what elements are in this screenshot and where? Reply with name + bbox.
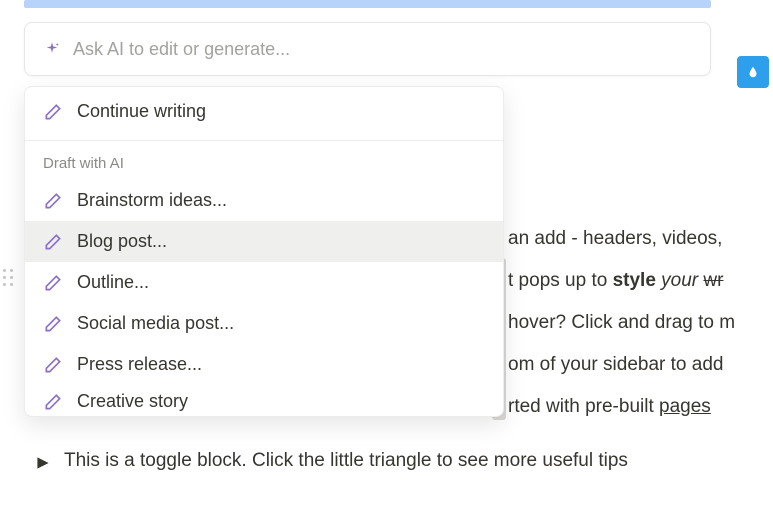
pen-icon bbox=[43, 314, 63, 334]
ai-input-container[interactable] bbox=[24, 22, 711, 76]
pen-icon bbox=[43, 392, 63, 412]
selection-highlight bbox=[24, 0, 711, 8]
pen-icon bbox=[43, 102, 63, 122]
ai-dropdown-menu: Continue writing Draft with AI Brainstor… bbox=[24, 86, 504, 417]
bg-line: t pops up to bbox=[508, 270, 613, 291]
bg-line: om of your sidebar to add bbox=[508, 354, 723, 375]
pen-icon bbox=[43, 232, 63, 252]
bg-line-strike: wr bbox=[703, 270, 723, 291]
menu-item-label: Blog post... bbox=[77, 231, 167, 252]
menu-section-header: Draft with AI bbox=[25, 141, 503, 180]
sparkle-icon bbox=[43, 40, 61, 58]
menu-item-label: Brainstorm ideas... bbox=[77, 190, 227, 211]
bg-line-bold: style bbox=[613, 270, 656, 291]
menu-item-social-media[interactable]: Social media post... bbox=[25, 303, 503, 344]
toggle-triangle-icon[interactable] bbox=[36, 454, 50, 468]
bg-link-pages[interactable]: pages bbox=[659, 396, 711, 417]
drag-handle-icon[interactable] bbox=[0, 266, 16, 288]
toggle-block[interactable]: This is a toggle block. Click the little… bbox=[36, 450, 773, 472]
background-document-text: an add - headers, videos, t pops up to s… bbox=[508, 218, 773, 428]
water-drop-button[interactable] bbox=[737, 56, 769, 88]
menu-item-label: Social media post... bbox=[77, 313, 234, 334]
menu-item-label: Press release... bbox=[77, 354, 202, 375]
bg-line: hover? Click and drag to m bbox=[508, 312, 735, 333]
pen-icon bbox=[43, 355, 63, 375]
menu-item-label: Outline... bbox=[77, 272, 149, 293]
bg-line: an add - headers, videos, bbox=[508, 228, 722, 249]
menu-item-outline[interactable]: Outline... bbox=[25, 262, 503, 303]
menu-item-label: Creative story bbox=[77, 391, 188, 412]
menu-item-label: Continue writing bbox=[77, 101, 206, 122]
menu-item-brainstorm[interactable]: Brainstorm ideas... bbox=[25, 180, 503, 221]
bg-line-italic: your bbox=[656, 270, 704, 291]
pen-icon bbox=[43, 191, 63, 211]
bg-line: rted with pre-built bbox=[508, 396, 659, 417]
menu-item-press-release[interactable]: Press release... bbox=[25, 344, 503, 385]
drop-icon bbox=[746, 63, 760, 81]
toggle-text: This is a toggle block. Click the little… bbox=[64, 450, 628, 472]
menu-item-blog-post[interactable]: Blog post... bbox=[25, 221, 503, 262]
ai-input[interactable] bbox=[73, 39, 692, 60]
pen-icon bbox=[43, 273, 63, 293]
menu-item-continue-writing[interactable]: Continue writing bbox=[25, 87, 503, 136]
menu-item-creative-story[interactable]: Creative story bbox=[25, 385, 503, 416]
